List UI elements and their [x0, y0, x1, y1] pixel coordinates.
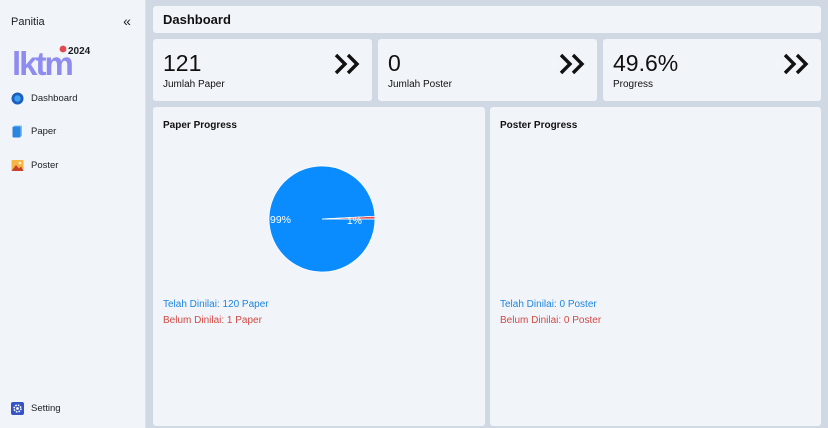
sidebar-item-label: Setting — [31, 402, 61, 414]
double-chevron-right-icon[interactable] — [783, 52, 811, 76]
stat-card-paper: 121 Jumlah Paper — [153, 39, 372, 101]
paper-progress-panel: Paper Progress 99% 1% Telah Dinilai: 120 … — [153, 107, 485, 426]
collapse-sidebar-icon[interactable]: « — [120, 14, 134, 28]
double-chevron-right-icon[interactable] — [334, 52, 362, 76]
dashboard-icon — [11, 92, 24, 104]
ungraded-count-text: Belum Dinilai: 1 Paper — [163, 315, 262, 326]
ungraded-count-text: Belum Dinilai: 0 Poster — [500, 315, 602, 326]
main-content: Dashboard 121 Jumlah Paper 0 Jumlah Post… — [146, 0, 828, 428]
graded-count-text: Telah Dinilai: 0 Poster — [500, 299, 597, 310]
page-header: Dashboard — [153, 6, 821, 33]
stat-label: Jumlah Poster — [388, 79, 452, 90]
sidebar: Panitia « lktm 2024 Dashboard Paper Post… — [0, 0, 146, 428]
stat-card-progress: 49.6% Progress — [603, 39, 821, 101]
stat-value: 49.6% — [613, 50, 679, 76]
stat-label: Jumlah Paper — [163, 79, 225, 90]
stat-card-poster: 0 Jumlah Poster — [378, 39, 597, 101]
paper-icon — [12, 125, 22, 137]
pie-data-label: 1% — [347, 215, 362, 227]
sidebar-item-label: Poster — [31, 159, 59, 171]
stat-value: 121 — [163, 50, 202, 76]
poster-progress-panel: Poster Progress Telah Dinilai: 0 Poster … — [490, 107, 821, 426]
sidebar-item-label: Dashboard — [31, 92, 78, 104]
stat-value: 0 — [388, 50, 401, 76]
poster-icon — [11, 159, 24, 171]
sidebar-title: Panitia — [11, 16, 45, 28]
pie-data-label: 99% — [270, 214, 291, 226]
paper-progress-pie-chart: 99% 1% — [268, 165, 376, 273]
sidebar-item-dashboard[interactable]: Dashboard — [11, 89, 77, 107]
graded-count-text: Telah Dinilai: 120 Paper — [163, 299, 269, 310]
panel-title: Paper Progress — [163, 120, 237, 131]
stat-label: Progress — [613, 79, 654, 90]
app-logo: lktm 2024 — [12, 45, 91, 78]
sidebar-item-poster[interactable]: Poster — [11, 156, 58, 174]
sidebar-item-paper[interactable]: Paper — [11, 122, 56, 140]
svg-text:2024: 2024 — [68, 46, 91, 57]
sidebar-item-label: Paper — [31, 125, 57, 137]
double-chevron-right-icon[interactable] — [559, 52, 587, 76]
page-title: Dashboard — [163, 12, 231, 27]
sidebar-item-setting[interactable]: Setting — [11, 399, 61, 417]
gear-icon — [11, 401, 24, 415]
panel-title: Poster Progress — [500, 120, 578, 131]
